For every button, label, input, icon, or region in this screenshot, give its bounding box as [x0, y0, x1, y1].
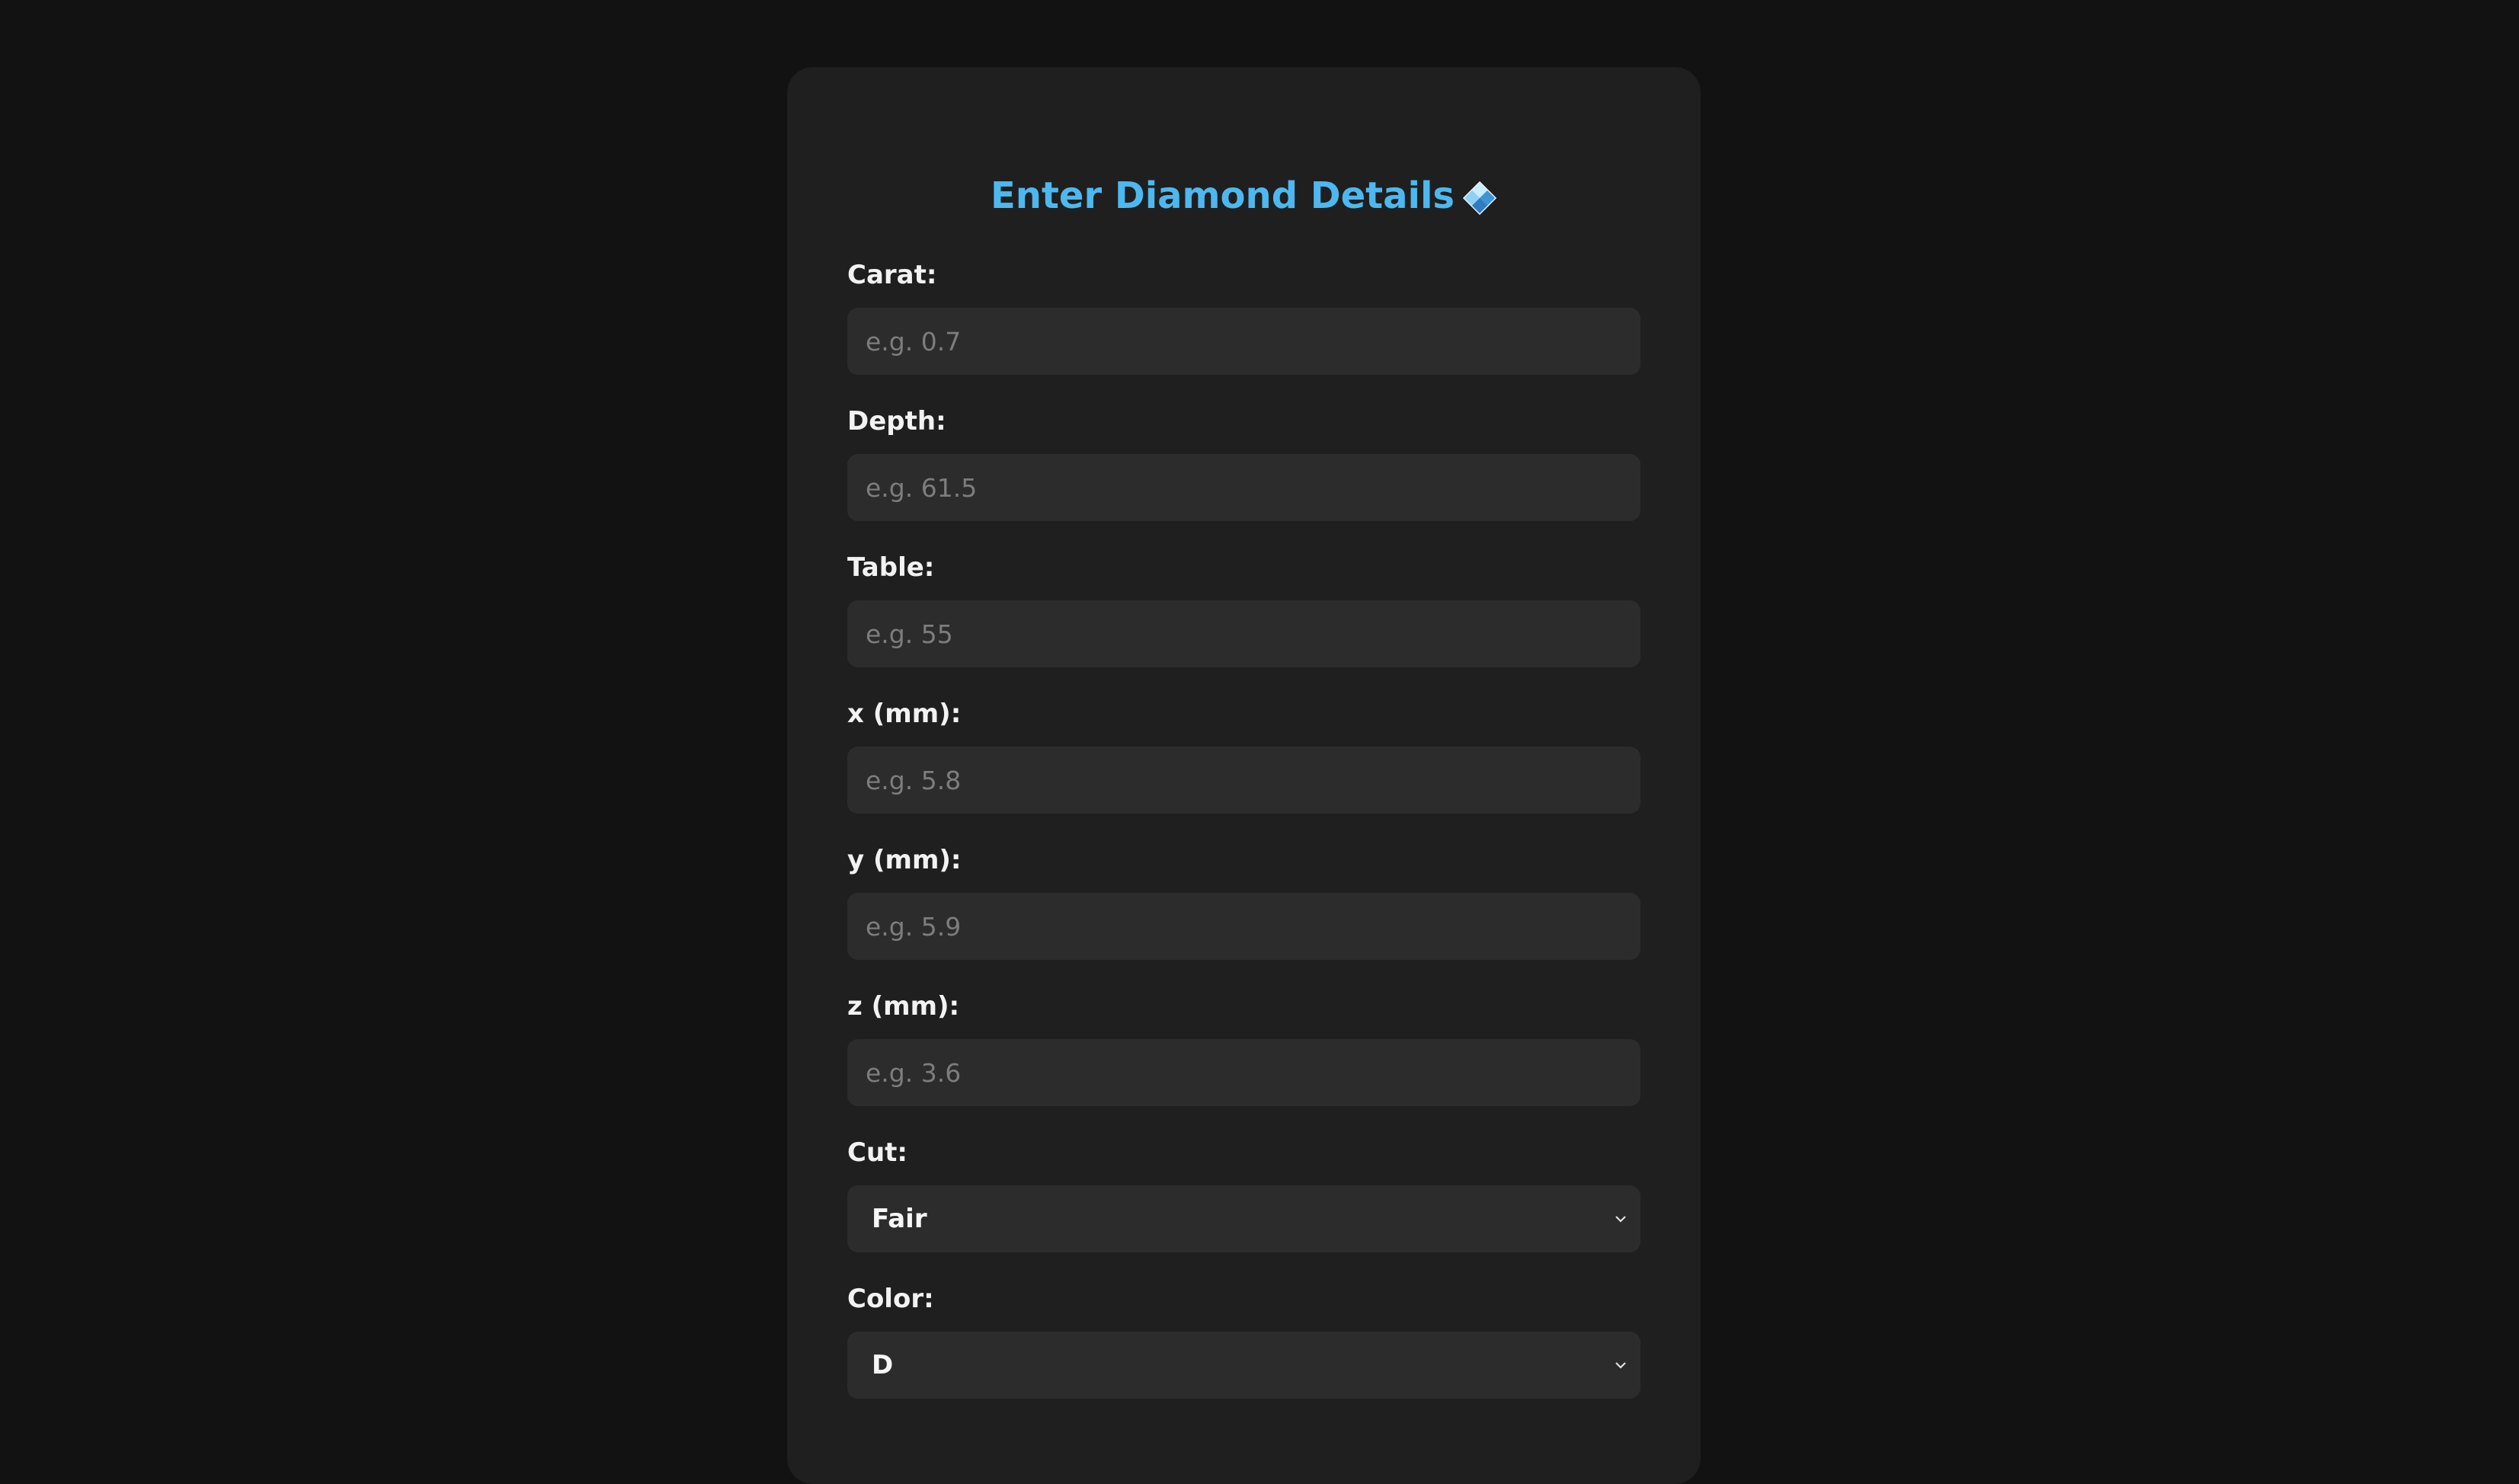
- cut-select[interactable]: Fair: [847, 1185, 1640, 1252]
- form-title: Enter Diamond Details: [847, 67, 1640, 230]
- y-mm-label: y (mm):: [847, 845, 962, 875]
- carat-field: Carat:: [847, 259, 1640, 375]
- table-field: Table:: [847, 552, 1640, 667]
- color-label: Color:: [847, 1284, 934, 1314]
- depth-field: Depth:: [847, 405, 1640, 521]
- z-mm-field: z (mm):: [847, 990, 1640, 1106]
- z-mm-input[interactable]: [847, 1039, 1640, 1106]
- cut-field: Cut: Fair: [847, 1137, 1640, 1252]
- color-field: Color: D: [847, 1283, 1640, 1399]
- depth-input[interactable]: [847, 454, 1640, 521]
- x-mm-field: x (mm):: [847, 698, 1640, 814]
- table-input[interactable]: [847, 600, 1640, 667]
- diamond-icon: [1462, 181, 1497, 216]
- y-mm-field: y (mm):: [847, 844, 1640, 960]
- table-label: Table:: [847, 552, 935, 583]
- form-title-text: Enter Diamond Details: [991, 174, 1455, 217]
- cut-label: Cut:: [847, 1137, 908, 1168]
- z-mm-label: z (mm):: [847, 991, 960, 1022]
- carat-label: Carat:: [847, 260, 937, 290]
- color-selected-value: D: [872, 1350, 894, 1380]
- x-mm-label: x (mm):: [847, 699, 962, 729]
- carat-input[interactable]: [847, 308, 1640, 375]
- color-select[interactable]: D: [847, 1332, 1640, 1399]
- diamond-form-card: Enter Diamond Details Carat: Depth: Tabl…: [787, 67, 1701, 1484]
- depth-label: Depth:: [847, 406, 946, 437]
- chevron-down-icon: [1607, 1332, 1634, 1399]
- y-mm-input[interactable]: [847, 893, 1640, 960]
- x-mm-input[interactable]: [847, 747, 1640, 814]
- cut-selected-value: Fair: [872, 1204, 927, 1234]
- chevron-down-icon: [1607, 1185, 1634, 1252]
